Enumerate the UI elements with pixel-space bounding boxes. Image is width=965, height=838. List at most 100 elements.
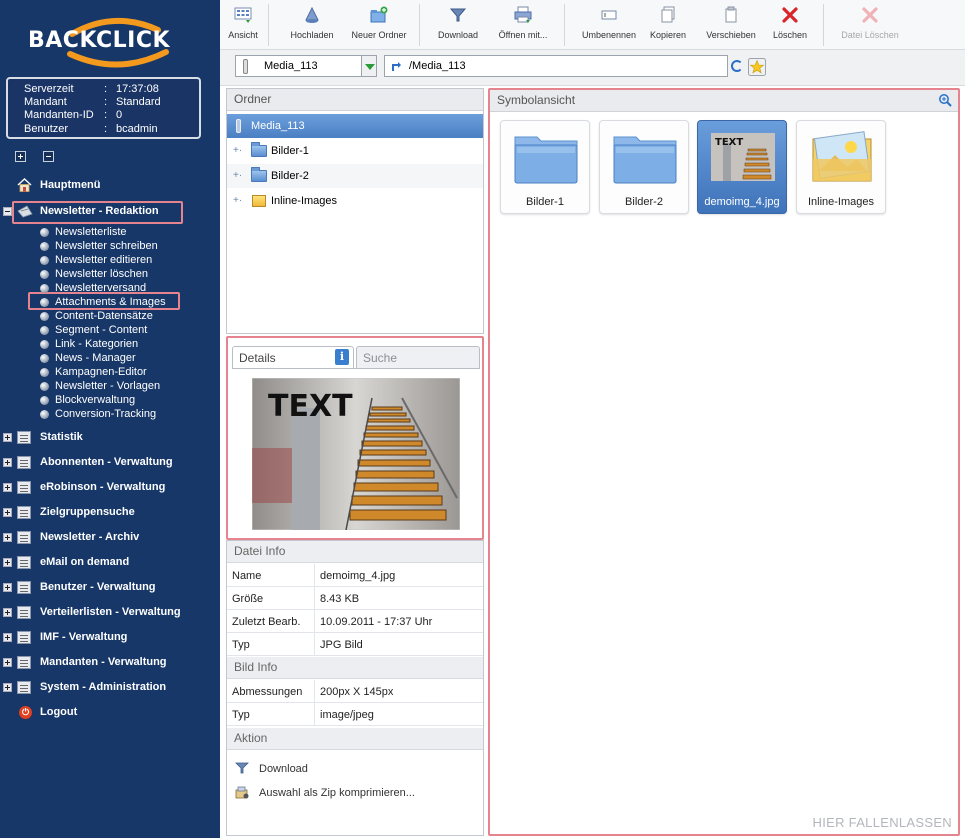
expand-icon[interactable] (3, 458, 12, 467)
menu-newsletter-archiv[interactable]: Newsletter - Archiv (0, 528, 220, 548)
expand-all-icon[interactable] (15, 151, 26, 162)
info-key: Name (232, 570, 262, 582)
button-label: Ansicht (228, 30, 258, 40)
info-value: 17:37:08 (116, 83, 159, 95)
info-key: Zuletzt Bearb. (232, 616, 301, 628)
info-sep: : (104, 96, 108, 109)
button-label: Verschieben (706, 30, 756, 40)
submenu-label: Link - Kategorien (55, 338, 139, 350)
neuer-ordner-button[interactable]: Neuer Ordner (348, 6, 410, 46)
menu-label: Benutzer - Verwaltung (40, 581, 156, 593)
info-value: Standard (116, 96, 161, 109)
menu-newsletter-redaktion[interactable]: Newsletter - Redaktion (0, 202, 220, 222)
collapse-icon[interactable] (3, 207, 12, 216)
tree-item-folder[interactable]: +· Bilder-1 (227, 139, 483, 163)
tab-details[interactable]: Details i (232, 346, 354, 368)
verschieben-button[interactable]: Verschieben (702, 6, 760, 46)
tab-suche[interactable]: Suche (356, 346, 480, 368)
menu-zielgruppensuche[interactable]: Zielgruppensuche (0, 503, 220, 523)
expand-icon[interactable] (3, 558, 12, 567)
expand-plus-icon[interactable]: +· (233, 170, 242, 181)
oeffnen-mit-button[interactable]: Öffnen mit... (492, 6, 554, 46)
menu-label: System - Administration (40, 681, 167, 693)
favorite-star-icon[interactable] (748, 58, 766, 76)
info-value: JPG Bild (320, 639, 363, 651)
expand-plus-icon[interactable]: +· (233, 145, 242, 156)
info-row: Mandanten-ID:0 (24, 109, 199, 122)
button-label: Datei Löschen (841, 30, 899, 40)
section-icon (17, 656, 31, 669)
menu-imf[interactable]: IMF - Verwaltung (0, 628, 220, 648)
tree-item-label: Inline-Images (271, 195, 338, 207)
tile-image-selected[interactable]: TEXT demoimg_4.jpg (697, 120, 787, 214)
collapse-all-icon[interactable] (43, 151, 54, 162)
section-icon (17, 481, 31, 494)
column-divider (314, 564, 315, 586)
info-key: Mandanten-ID (24, 109, 94, 122)
menu-label: Newsletter - Archiv (40, 531, 140, 543)
submenu-label: Newsletter schreiben (55, 240, 158, 252)
info-row: Mandant: Standard (24, 96, 199, 109)
button-label: Hochladen (290, 30, 334, 40)
button-label: Kopieren (649, 30, 687, 40)
new-folder-icon (370, 6, 388, 23)
tree-item-root[interactable]: Media_113 (227, 114, 483, 138)
preview-text: TEXT (268, 389, 353, 424)
loeschen-button[interactable]: Löschen (770, 6, 810, 46)
bullet-icon (40, 256, 49, 265)
expand-icon[interactable] (3, 433, 12, 442)
menu-email-on-demand[interactable]: eMail on demand (0, 553, 220, 573)
menu-label: Hauptmenü (40, 179, 101, 191)
tree-item-folder[interactable]: +· Inline-Images (227, 189, 483, 213)
menu-mandanten[interactable]: Mandanten - Verwaltung (0, 653, 220, 673)
expand-icon[interactable] (3, 508, 12, 517)
zoom-icon[interactable] (938, 93, 952, 107)
printer-icon (514, 6, 532, 23)
section-icon (17, 531, 31, 544)
menu-erobinson[interactable]: eRobinson - Verwaltung (0, 478, 220, 498)
tile-folder[interactable]: Bilder-1 (500, 120, 590, 214)
column-divider (314, 610, 315, 632)
menu-abonnenten[interactable]: Abonnenten - Verwaltung (0, 453, 220, 473)
expand-icon[interactable] (3, 533, 12, 542)
path-input[interactable]: /Media_113 (384, 55, 728, 77)
tile-image-folder[interactable]: Inline-Images (796, 120, 886, 214)
bullet-icon (40, 242, 49, 251)
tile-folder[interactable]: Bilder-2 (599, 120, 689, 214)
expand-plus-icon[interactable]: +· (233, 195, 242, 206)
menu-statistik[interactable]: Statistik (0, 428, 220, 448)
info-value: bcadmin (116, 122, 158, 135)
refresh-icon[interactable] (731, 60, 743, 72)
hochladen-button[interactable]: Hochladen (284, 6, 340, 46)
info-value: 10.09.2011 - 17:37 Uhr (320, 616, 433, 628)
expand-icon[interactable] (3, 683, 12, 692)
tree-item-folder[interactable]: +· Bilder-2 (227, 164, 483, 188)
section-icon (17, 631, 31, 644)
download-button[interactable]: Download (434, 6, 482, 46)
drive-select-dropdown-icon[interactable] (361, 55, 377, 77)
menu-hauptmenue[interactable]: Hauptmenü (0, 176, 220, 196)
umbenennen-button[interactable]: Umbenennen (578, 6, 640, 46)
expand-icon[interactable] (3, 633, 12, 642)
datei-loeschen-button[interactable]: Datei Löschen (836, 6, 904, 46)
menu-system[interactable]: System - Administration (0, 678, 220, 698)
bullet-icon (40, 284, 49, 293)
expand-icon[interactable] (3, 608, 12, 617)
submenu-label: Attachments & Images (55, 296, 166, 308)
menu-benutzer[interactable]: Benutzer - Verwaltung (0, 578, 220, 598)
expand-icon[interactable] (3, 658, 12, 667)
drop-zone-hint: HIER FALLENLASSEN (812, 815, 952, 830)
funnel-download-icon (449, 8, 467, 22)
info-row-typ: Typ JPG Bild (227, 633, 483, 656)
info-key: Typ (232, 639, 250, 651)
tab-divider (232, 368, 480, 369)
expand-icon[interactable] (3, 483, 12, 492)
kopieren-button[interactable]: Kopieren (648, 6, 688, 46)
tab-label: Details (239, 351, 276, 365)
ansicht-button[interactable]: Ansicht (226, 6, 260, 46)
datei-info-header: Datei Info (227, 541, 483, 563)
menu-verteilerlisten[interactable]: Verteilerlisten - Verwaltung (0, 603, 220, 623)
drive-select[interactable]: Media_113 (235, 55, 377, 77)
menu-logout[interactable]: ⏻ Logout (0, 703, 220, 723)
expand-icon[interactable] (3, 583, 12, 592)
